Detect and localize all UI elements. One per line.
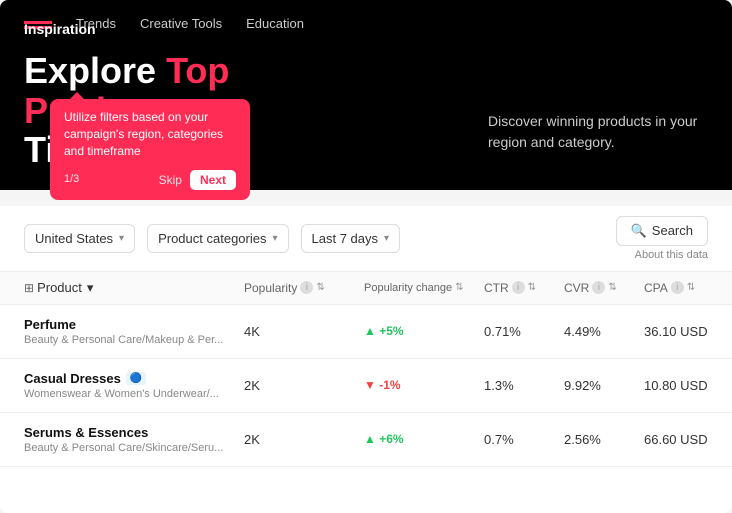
- app-container: Inspiration Trends Creative Tools Educat…: [0, 0, 732, 513]
- product-cell-2: Serums & Essences Beauty & Personal Care…: [24, 425, 244, 454]
- nav-link-education[interactable]: Education: [246, 16, 304, 31]
- pop-change-col-label: Popularity change: [364, 282, 452, 294]
- change-2: ▲ +6%: [364, 432, 484, 446]
- products-table: ⊞ Product ▾ Popularity i ⇅ Popularity ch…: [0, 272, 732, 513]
- nav-link-trends[interactable]: Trends: [76, 16, 116, 31]
- tooltip-actions: Skip Next: [159, 170, 236, 190]
- product-name-1: Casual Dresses 🔵: [24, 371, 244, 386]
- tooltip-next-button[interactable]: Next: [190, 170, 236, 190]
- period-value: Last 7 days: [312, 231, 379, 246]
- product-cell-1: Casual Dresses 🔵 Womenswear & Women's Un…: [24, 371, 244, 400]
- product-cell-0: Perfume Beauty & Personal Care/Makeup & …: [24, 317, 244, 346]
- ctr-sort-icon[interactable]: ⇅: [528, 282, 536, 293]
- product-column-filter[interactable]: Product ▾: [37, 280, 93, 296]
- cpa-sort-icon[interactable]: ⇅: [687, 282, 695, 293]
- ctr-info-icon: i: [512, 281, 525, 294]
- hero-title-top: Top: [166, 50, 229, 91]
- period-filter[interactable]: Last 7 days ▾: [301, 224, 401, 253]
- popularity-sort-icon[interactable]: ⇅: [316, 282, 324, 293]
- search-icon: 🔍: [631, 223, 647, 239]
- table-row: Casual Dresses 🔵 Womenswear & Women's Un…: [0, 359, 732, 413]
- pop-change-sort-icon[interactable]: ⇅: [455, 282, 463, 293]
- region-value: United States: [35, 231, 113, 246]
- tooltip-footer: 1/3 Skip Next: [64, 170, 236, 190]
- nav-link-creative[interactable]: Creative Tools: [140, 16, 222, 31]
- col-header-cvr: CVR i ⇅: [564, 281, 644, 295]
- popularity-0: 4K: [244, 324, 364, 339]
- product-badge-1: 🔵: [126, 372, 146, 385]
- hero-description: Discover winning products in your region…: [488, 111, 708, 153]
- tooltip-skip-button[interactable]: Skip: [159, 173, 182, 187]
- product-cat-1: Womenswear & Women's Underwear/...: [24, 388, 244, 400]
- category-chevron-icon: ▾: [272, 233, 277, 244]
- tooltip-step: 1/3: [64, 172, 79, 187]
- search-button[interactable]: 🔍 Search: [616, 216, 708, 246]
- product-cat-2: Beauty & Personal Care/Skincare/Seru...: [24, 442, 244, 454]
- region-filter[interactable]: United States ▾: [24, 224, 135, 253]
- period-chevron-icon: ▾: [384, 233, 389, 244]
- nav-brand: Inspiration: [24, 19, 52, 29]
- hero-title-explore: Explore: [24, 50, 166, 91]
- product-cat-0: Beauty & Personal Care/Makeup & Per...: [24, 334, 244, 346]
- product-name-0: Perfume: [24, 317, 244, 332]
- hero-section: Inspiration Trends Creative Tools Educat…: [0, 0, 732, 190]
- col-header-cpa: CPA i ⇅: [644, 281, 732, 295]
- cvr-info-icon: i: [592, 281, 605, 294]
- cpa-2: 66.60 USD: [644, 432, 732, 447]
- cvr-col-label: CVR: [564, 281, 589, 295]
- popularity-2: 2K: [244, 432, 364, 447]
- product-name-2: Serums & Essences: [24, 425, 244, 440]
- cvr-sort-icon[interactable]: ⇅: [608, 282, 616, 293]
- cvr-1: 9.92%: [564, 378, 644, 393]
- ctr-1: 1.3%: [484, 378, 564, 393]
- cpa-info-icon: i: [671, 281, 684, 294]
- ctr-2: 0.7%: [484, 432, 564, 447]
- region-chevron-icon: ▾: [119, 233, 124, 244]
- onboarding-tooltip: Utilize filters based on your campaign's…: [50, 99, 250, 199]
- table-header: ⊞ Product ▾ Popularity i ⇅ Popularity ch…: [0, 272, 732, 305]
- product-col-label: Product: [37, 280, 82, 295]
- popularity-info-icon: i: [300, 281, 313, 294]
- table-row: Perfume Beauty & Personal Care/Makeup & …: [0, 305, 732, 359]
- ctr-col-label: CTR: [484, 281, 509, 295]
- search-about-container: 🔍 Search About this data: [616, 216, 708, 261]
- cpa-1: 10.80 USD: [644, 378, 732, 393]
- cpa-0: 36.10 USD: [644, 324, 732, 339]
- cvr-2: 2.56%: [564, 432, 644, 447]
- product-filter-icon: ⊞: [24, 281, 34, 295]
- change-1: ▼ -1%: [364, 378, 484, 392]
- col-header-popularity-change: Popularity change ⇅: [364, 282, 484, 294]
- change-0: ▲ +5%: [364, 324, 484, 338]
- ctr-0: 0.71%: [484, 324, 564, 339]
- popularity-1: 2K: [244, 378, 364, 393]
- product-col-chevron: ▾: [87, 280, 94, 296]
- col-header-product: ⊞ Product ▾: [24, 280, 244, 296]
- main-nav: Inspiration Trends Creative Tools Educat…: [24, 16, 708, 31]
- cpa-col-label: CPA: [644, 281, 668, 295]
- category-filter[interactable]: Product categories ▾: [147, 224, 288, 253]
- cvr-0: 4.49%: [564, 324, 644, 339]
- category-value: Product categories: [158, 231, 266, 246]
- col-header-ctr: CTR i ⇅: [484, 281, 564, 295]
- table-row: Serums & Essences Beauty & Personal Care…: [0, 413, 732, 467]
- col-header-popularity: Popularity i ⇅: [244, 281, 364, 295]
- search-label: Search: [652, 223, 693, 238]
- popularity-col-label: Popularity: [244, 281, 297, 295]
- about-data-link[interactable]: About this data: [635, 249, 708, 261]
- tooltip-text: Utilize filters based on your campaign's…: [64, 109, 236, 159]
